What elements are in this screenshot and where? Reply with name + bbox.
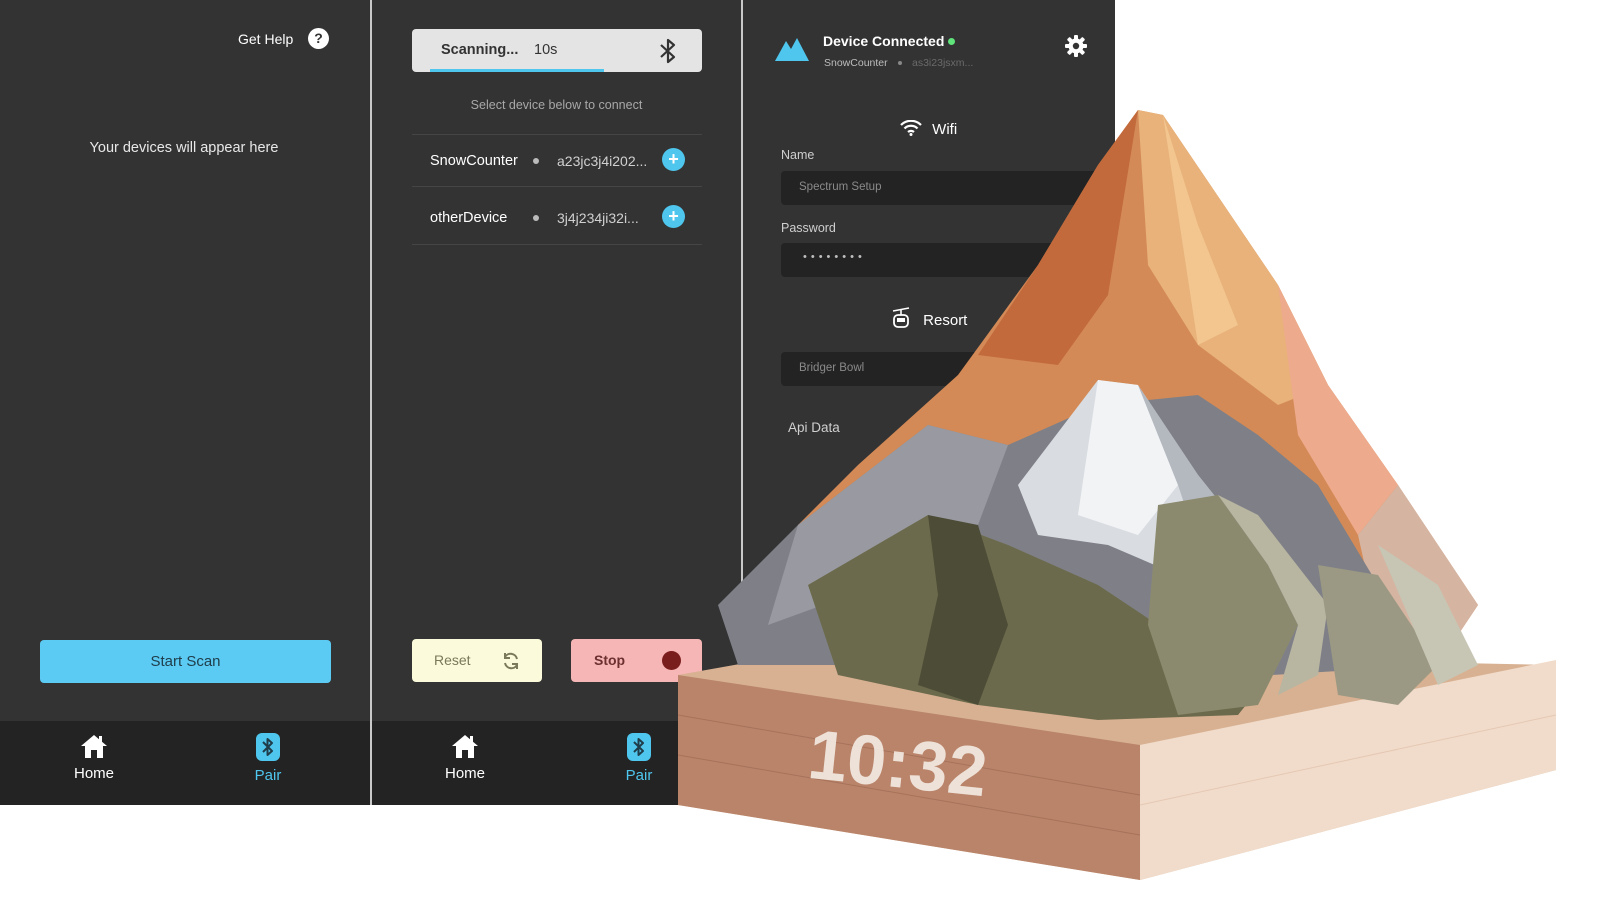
reset-label: Reset [434, 652, 471, 668]
bottom-nav: Home Pair [0, 721, 370, 805]
connection-status-title: Device Connected [823, 33, 945, 49]
nav-home[interactable]: Home [420, 733, 510, 782]
nav-pair-label: Pair [625, 767, 653, 784]
separator-dot [533, 215, 539, 221]
home-icon [81, 735, 107, 758]
separator-dot [898, 61, 902, 65]
bluetooth-icon [256, 733, 280, 761]
device-row[interactable]: otherDevice 3j4j234ji32i... + [412, 186, 702, 245]
nav-home-label: Home [73, 765, 114, 782]
nav-pair-label: Pair [254, 767, 282, 784]
nav-home-label: Home [444, 765, 485, 782]
get-help-link[interactable]: Get Help [238, 31, 293, 47]
stop-label: Stop [594, 652, 626, 668]
home-icon [452, 735, 478, 758]
nav-home[interactable]: Home [49, 733, 139, 782]
scan-timer: 10s [534, 42, 558, 58]
connected-device-id: as3i23jsxm... [912, 57, 974, 69]
device-id: a23jc3j4i202... [557, 153, 648, 169]
connected-device-name: SnowCounter [824, 57, 888, 69]
device-id: 3j4j234ji32i... [557, 210, 639, 226]
devices-screen: Get Help ? Your devices will appear here… [0, 0, 370, 805]
reset-button[interactable]: Reset [412, 639, 542, 682]
device-name: SnowCounter [430, 153, 518, 169]
bluetooth-icon [660, 38, 676, 64]
nav-pair[interactable]: Pair [594, 733, 684, 784]
empty-state-message: Your devices will appear here [89, 140, 279, 156]
bluetooth-icon [627, 733, 651, 761]
refresh-icon [504, 652, 518, 670]
scan-progress-bar [430, 69, 604, 72]
device-row[interactable]: SnowCounter a23jc3j4i202... + [412, 134, 702, 187]
device-name: otherDevice [430, 210, 508, 226]
scan-status-bar: Scanning... 10s [412, 29, 702, 72]
separator-dot [533, 158, 539, 164]
gear-icon[interactable] [1065, 35, 1087, 57]
help-icon[interactable]: ? [308, 28, 329, 49]
mountain-logo-icon [775, 38, 809, 61]
scan-status-label: Scanning... [441, 42, 519, 58]
snow-counter-product-image: 10:32 [678, 110, 1556, 880]
nav-pair[interactable]: Pair [223, 733, 313, 784]
start-scan-button[interactable]: Start Scan [40, 640, 331, 683]
connected-indicator [948, 38, 955, 45]
